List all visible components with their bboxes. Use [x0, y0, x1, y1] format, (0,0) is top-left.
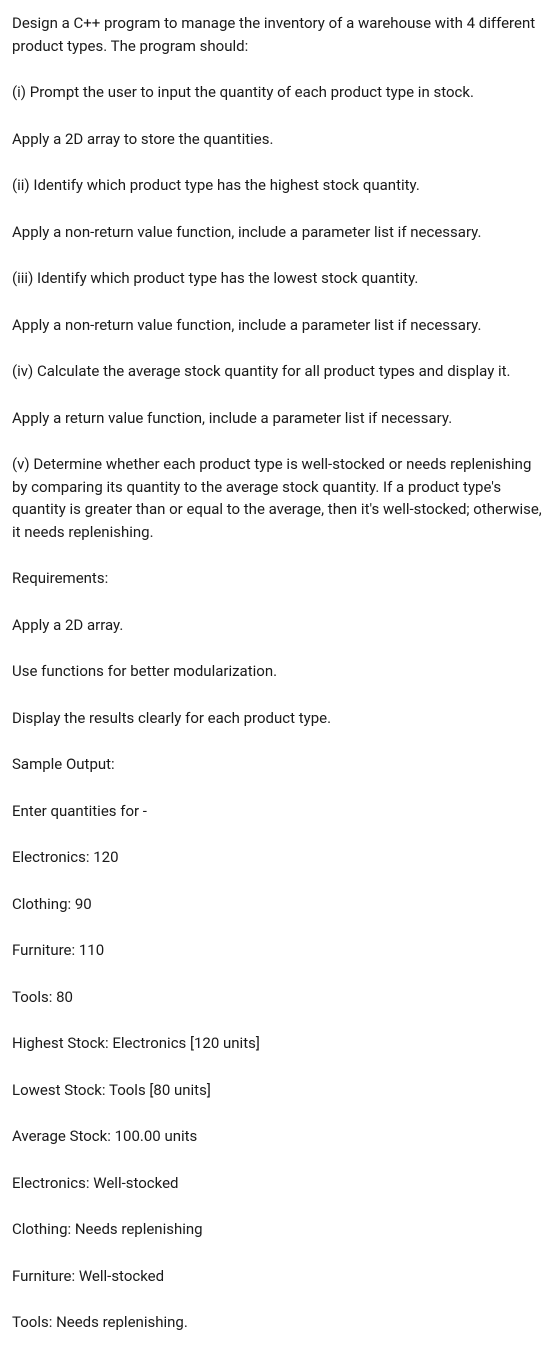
- paragraph-sample-clothing: Clothing: 90: [12, 893, 544, 916]
- paragraph-apply-return: Apply a return value function, include a…: [12, 407, 544, 430]
- paragraph-sample-lowest: Lowest Stock: Tools [80 units]: [12, 1079, 544, 1102]
- paragraph-req-display: Display the results clearly for each pro…: [12, 707, 544, 730]
- paragraph-req-i: (i) Prompt the user to input the quantit…: [12, 81, 544, 104]
- paragraph-requirements-heading: Requirements:: [12, 567, 544, 590]
- paragraph-sample-output-heading: Sample Output:: [12, 753, 544, 776]
- paragraph-apply-nonreturn-1: Apply a non-return value function, inclu…: [12, 221, 544, 244]
- paragraph-sample-prompt: Enter quantities for -: [12, 800, 544, 823]
- paragraph-sample-electronics-status: Electronics: Well-stocked: [12, 1172, 544, 1195]
- paragraph-req-v: (v) Determine whether each product type …: [12, 453, 544, 543]
- paragraph-req-iii: (iii) Identify which product type has th…: [12, 267, 544, 290]
- paragraph-req-ii: (ii) Identify which product type has the…: [12, 174, 544, 197]
- paragraph-sample-electronics: Electronics: 120: [12, 846, 544, 869]
- paragraph-intro: Design a C++ program to manage the inven…: [12, 12, 544, 57]
- paragraph-sample-tools-status: Tools: Needs replenishing.: [12, 1311, 544, 1334]
- paragraph-sample-tools: Tools: 80: [12, 986, 544, 1009]
- paragraph-apply-2d: Apply a 2D array to store the quantities…: [12, 128, 544, 151]
- paragraph-req-iv: (iv) Calculate the average stock quantit…: [12, 360, 544, 383]
- paragraphs-sample-average: Average Stock: 100.00 units: [12, 1125, 544, 1148]
- paragraph-sample-furniture-status: Furniture: Well-stocked: [12, 1265, 544, 1288]
- paragraph-apply-nonreturn-2: Apply a non-return value function, inclu…: [12, 314, 544, 337]
- paragraph-sample-furniture: Furniture: 110: [12, 939, 544, 962]
- document-body: Design a C++ program to manage the inven…: [12, 12, 544, 1334]
- paragraph-req-functions: Use functions for better modularization.: [12, 660, 544, 683]
- paragraph-sample-highest: Highest Stock: Electronics [120 units]: [12, 1032, 544, 1055]
- paragraph-req-apply-2d: Apply a 2D array.: [12, 614, 544, 637]
- paragraph-sample-clothing-status: Clothing: Needs replenishing: [12, 1218, 544, 1241]
